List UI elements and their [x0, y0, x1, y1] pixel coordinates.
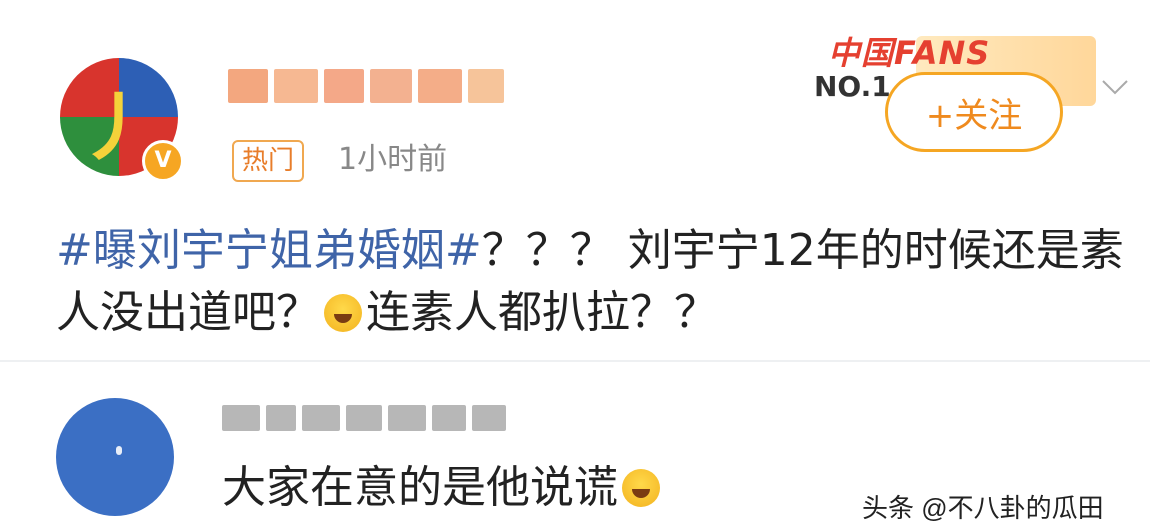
- blurred-block: [302, 405, 340, 431]
- avatar-glyph: 丿: [78, 85, 152, 171]
- weibo-post: 丿 V 热门 1小时前 中国FANS NO.1 +关注 #曝刘宇宁姐弟婚姻#？？…: [0, 0, 1150, 360]
- blurred-block: [432, 405, 466, 431]
- blurred-block: [228, 69, 268, 103]
- blurred-block: [388, 405, 426, 431]
- hot-tag: 热门: [232, 140, 305, 182]
- laugh-cry-emoji-icon: [324, 294, 362, 332]
- blurred-block: [468, 69, 504, 103]
- laugh-cry-emoji-icon: [622, 469, 660, 507]
- follow-label: +关注: [925, 95, 1023, 136]
- reply-text: 大家在意的是他说谎: [222, 462, 618, 513]
- content-text-2: 连素人都扒拉？？: [366, 287, 718, 338]
- blurred-block: [266, 405, 296, 431]
- follow-button[interactable]: +关注: [885, 72, 1063, 152]
- blurred-block: [370, 69, 412, 103]
- author-name-blurred[interactable]: [228, 60, 528, 112]
- fans-badge-title: 中国FANS: [828, 34, 991, 72]
- watermark: 头条 @不八卦的瓜田: [862, 493, 1104, 523]
- chevron-down-icon[interactable]: [1100, 72, 1130, 102]
- reply-avatar[interactable]: [56, 398, 174, 516]
- blurred-block: [472, 405, 506, 431]
- blurred-block: [418, 69, 462, 103]
- verified-badge-icon: V: [142, 140, 184, 182]
- reply-content: 大家在意的是他说谎: [222, 458, 664, 518]
- blurred-block: [222, 405, 260, 431]
- blurred-block: [346, 405, 382, 431]
- blurred-block: [324, 69, 364, 103]
- divider: [0, 360, 1150, 362]
- post-time: 1小时前: [338, 142, 448, 177]
- hashtag-link[interactable]: #曝刘宇宁姐弟婚姻#: [56, 225, 482, 276]
- blurred-block: [274, 69, 318, 103]
- fans-badge-rank: NO.1: [814, 70, 891, 103]
- post-content: #曝刘宇宁姐弟婚姻#？？？ 刘宇宁12年的时候还是素人没出道吧？ 连素人都扒拉？？: [56, 220, 1146, 344]
- reply-author-name-blurred[interactable]: [222, 398, 512, 438]
